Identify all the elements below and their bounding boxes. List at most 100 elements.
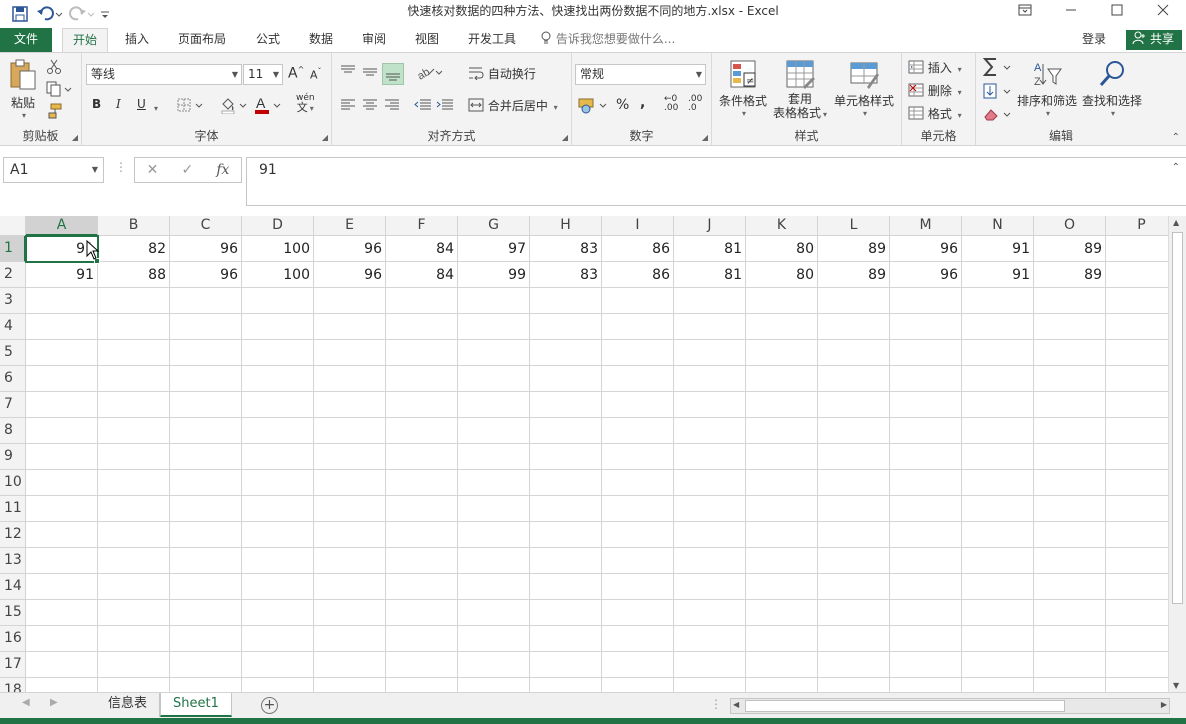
cell-j5[interactable] (674, 340, 746, 366)
cell-n4[interactable] (962, 314, 1034, 340)
sort-filter-button[interactable]: AZ 排序和筛选 ▾ (1016, 59, 1078, 118)
cell-j7[interactable] (674, 392, 746, 418)
cell-f1[interactable]: 84 (386, 236, 458, 262)
scroll-left-icon[interactable]: ◀ (733, 700, 739, 709)
column-header-a[interactable]: A (26, 216, 98, 236)
cell-j11[interactable] (674, 496, 746, 522)
cell-b9[interactable] (98, 444, 170, 470)
cell-k18[interactable] (746, 678, 818, 692)
cell-l6[interactable] (818, 366, 890, 392)
cell-p15[interactable] (1106, 600, 1168, 626)
cell-i17[interactable] (602, 652, 674, 678)
cell-o17[interactable] (1034, 652, 1106, 678)
cell-g18[interactable] (458, 678, 530, 692)
cell-b8[interactable] (98, 418, 170, 444)
cell-n7[interactable] (962, 392, 1034, 418)
row-header-15[interactable]: 15 (0, 600, 26, 626)
cell-j6[interactable] (674, 366, 746, 392)
cell-h17[interactable] (530, 652, 602, 678)
cell-d1[interactable]: 100 (242, 236, 314, 262)
cell-f9[interactable] (386, 444, 458, 470)
decrease-decimal-button[interactable]: .00.0 (688, 95, 702, 113)
cell-a18[interactable] (26, 678, 98, 692)
horizontal-scrollbar[interactable]: ◀ ▶ (730, 698, 1170, 714)
cell-f15[interactable] (386, 600, 458, 626)
cell-a12[interactable] (26, 522, 98, 548)
spreadsheet-grid[interactable]: A B C D E F G H I J K L M N O P 1 91 82 96 100 96 84 97 83 86 81 80… (0, 216, 1168, 692)
cell-p5[interactable] (1106, 340, 1168, 366)
cell-f16[interactable] (386, 626, 458, 652)
cell-k1[interactable]: 80 (746, 236, 818, 262)
tab-data[interactable]: 数据 (299, 28, 343, 52)
cell-n6[interactable] (962, 366, 1034, 392)
column-header-d[interactable]: D (242, 216, 314, 236)
cell-l10[interactable] (818, 470, 890, 496)
format-cells-button[interactable]: 格式 ▾ (908, 105, 962, 122)
cell-k14[interactable] (746, 574, 818, 600)
align-right-icon[interactable] (384, 98, 400, 115)
cell-p16[interactable] (1106, 626, 1168, 652)
cell-i10[interactable] (602, 470, 674, 496)
cell-a4[interactable] (26, 314, 98, 340)
sheet-next-icon[interactable]: ▶ (50, 697, 58, 708)
cell-e8[interactable] (314, 418, 386, 444)
cell-l15[interactable] (818, 600, 890, 626)
cell-d17[interactable] (242, 652, 314, 678)
cell-g2[interactable]: 99 (458, 262, 530, 288)
cell-f6[interactable] (386, 366, 458, 392)
fill-color-icon[interactable] (220, 96, 250, 117)
cell-o5[interactable] (1034, 340, 1106, 366)
cell-k11[interactable] (746, 496, 818, 522)
cell-a17[interactable] (26, 652, 98, 678)
cell-g9[interactable] (458, 444, 530, 470)
collapse-ribbon-icon[interactable]: ⌃ (1172, 132, 1180, 143)
cell-n18[interactable] (962, 678, 1034, 692)
cell-k4[interactable] (746, 314, 818, 340)
shrink-font-button[interactable]: Aˇ (310, 67, 322, 82)
cell-c8[interactable] (170, 418, 242, 444)
cell-m3[interactable] (890, 288, 962, 314)
cell-g12[interactable] (458, 522, 530, 548)
column-header-i[interactable]: I (602, 216, 674, 236)
cell-m17[interactable] (890, 652, 962, 678)
cell-h5[interactable] (530, 340, 602, 366)
cell-d7[interactable] (242, 392, 314, 418)
cell-m10[interactable] (890, 470, 962, 496)
cell-j12[interactable] (674, 522, 746, 548)
italic-button[interactable]: I (116, 97, 121, 111)
decrease-indent-icon[interactable] (414, 98, 432, 115)
cell-k8[interactable] (746, 418, 818, 444)
cell-d2[interactable]: 100 (242, 262, 314, 288)
cancel-entry-icon[interactable]: ✕ (147, 162, 159, 178)
cell-i14[interactable] (602, 574, 674, 600)
cell-a7[interactable] (26, 392, 98, 418)
cell-c9[interactable] (170, 444, 242, 470)
insert-function-button[interactable]: fx (216, 162, 229, 178)
cell-n17[interactable] (962, 652, 1034, 678)
cell-l11[interactable] (818, 496, 890, 522)
cell-k9[interactable] (746, 444, 818, 470)
cell-m7[interactable] (890, 392, 962, 418)
cell-n13[interactable] (962, 548, 1034, 574)
cell-b16[interactable] (98, 626, 170, 652)
cell-o6[interactable] (1034, 366, 1106, 392)
cell-p9[interactable] (1106, 444, 1168, 470)
format-as-table-button[interactable]: 套用 表格格式 ▾ (770, 59, 830, 122)
cell-b2[interactable]: 88 (98, 262, 170, 288)
cell-j14[interactable] (674, 574, 746, 600)
cell-j4[interactable] (674, 314, 746, 340)
cell-o11[interactable] (1034, 496, 1106, 522)
cut-icon[interactable] (46, 59, 62, 78)
increase-decimal-button[interactable]: ←0.00 (664, 95, 678, 113)
cell-p3[interactable] (1106, 288, 1168, 314)
cell-a14[interactable] (26, 574, 98, 600)
cell-k13[interactable] (746, 548, 818, 574)
vertical-scroll-thumb[interactable] (1172, 232, 1183, 604)
cell-h14[interactable] (530, 574, 602, 600)
cell-i1[interactable]: 86 (602, 236, 674, 262)
cell-p2[interactable] (1106, 262, 1168, 288)
cell-b6[interactable] (98, 366, 170, 392)
cell-d5[interactable] (242, 340, 314, 366)
number-launcher-icon[interactable]: ◢ (702, 133, 708, 142)
cell-f3[interactable] (386, 288, 458, 314)
